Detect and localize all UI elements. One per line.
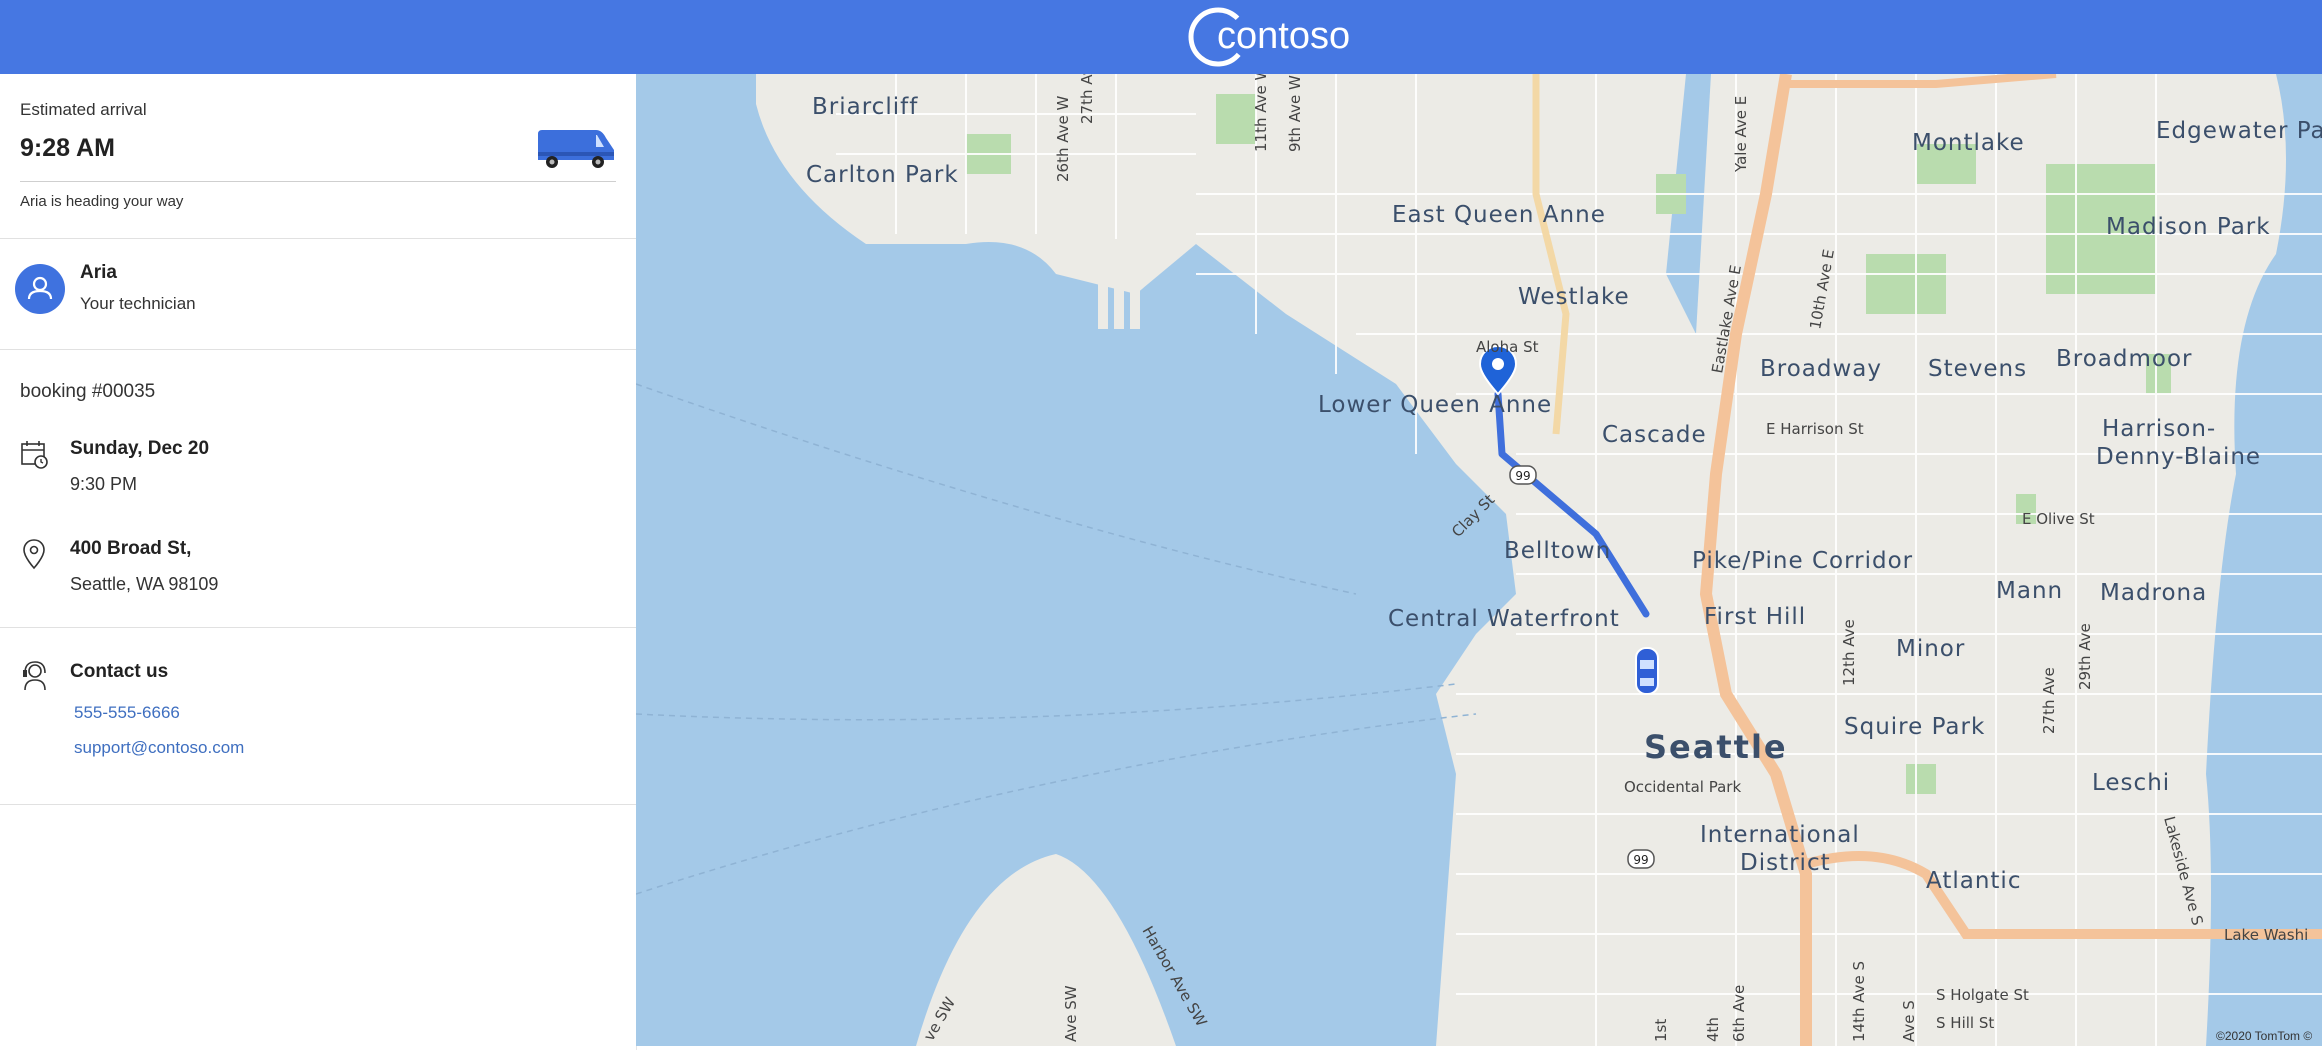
street-label: 6th Ave [1730, 985, 1748, 1042]
svg-text:99: 99 [1515, 469, 1530, 483]
contoso-logo: contoso [1188, 7, 1350, 67]
avatar [15, 264, 65, 314]
car-icon[interactable] [1635, 647, 1659, 695]
map-label: Madison Park [2106, 214, 2271, 240]
map-label: Leschi [2092, 770, 2170, 796]
van-icon [538, 130, 614, 168]
street-label: 12th Ave [1840, 619, 1858, 686]
map-label: Lower Queen Anne [1318, 392, 1552, 418]
map-label: Cascade [1602, 422, 1707, 448]
arrival-status: Aria is heading your way [20, 193, 184, 210]
street-label: 1st [1652, 1019, 1670, 1042]
headset-icon [23, 661, 46, 691]
contact-phone-link[interactable]: 555-555-6666 [74, 703, 180, 723]
map-copyright: ©2020 TomTom © [2216, 1029, 2312, 1043]
street-label: E Harrison St [1766, 420, 1864, 438]
map-pin-icon [23, 539, 45, 570]
section-divider [0, 804, 636, 805]
street-label: E Olive St [2022, 510, 2095, 528]
technician-role: Your technician [80, 294, 196, 313]
contact-email-link[interactable]: support@contoso.com [74, 738, 244, 758]
street-label: Yale Ave E [1732, 96, 1750, 173]
svg-text:99: 99 [1633, 853, 1648, 867]
section-divider [0, 238, 636, 239]
street-label: 14th Ave S [1850, 961, 1868, 1042]
contact-heading: Contact us [70, 661, 169, 682]
map-view[interactable]: 99 99 Briarcliff Carlton Park East Queen… [636, 74, 2322, 1046]
app-header: contoso [0, 0, 2322, 74]
map-canvas[interactable]: 99 99 Briarcliff Carlton Park East Queen… [636, 74, 2322, 1046]
street-label: 26th Ave W [1054, 96, 1072, 182]
map-label: Pike/Pine Corridor [1692, 548, 1913, 574]
map-label: District [1740, 850, 1831, 876]
route-shield: 99 [1509, 465, 1537, 485]
arrival-heading: Estimated arrival [20, 100, 147, 119]
map-label: Edgewater Pa [2156, 118, 2322, 144]
person-icon [27, 276, 53, 300]
technician-name: Aria [80, 262, 117, 283]
calendar-clock-icon [21, 441, 48, 469]
street-label: Aloha St [1476, 338, 1539, 356]
street-label: S Hill St [1936, 1014, 1994, 1032]
map-label: Carlton Park [806, 162, 959, 188]
booking-date: Sunday, Dec 20 [70, 438, 210, 459]
booking-number: booking #00035 [20, 381, 156, 402]
map-label: Atlantic [1926, 868, 2021, 894]
street-label: Clay St [1448, 491, 1498, 541]
map-label: Belltown [1504, 538, 1611, 564]
map-label: Squire Park [1844, 714, 1985, 740]
street-label: 11th Ave W [1252, 74, 1270, 152]
street-label: Ave S [1900, 1000, 1918, 1042]
address-line2: Seattle, WA 98109 [70, 574, 219, 594]
booking-time: 9:30 PM [70, 474, 138, 494]
city-label: Seattle [1644, 728, 1788, 766]
street-label: 9th Ave W [1286, 75, 1304, 152]
street-label: 4th [1704, 1017, 1722, 1042]
map-label: Briarcliff [812, 94, 918, 120]
map-label: Harrison- [2102, 416, 2216, 442]
map-label: Montlake [1912, 130, 2025, 156]
street-label: S Holgate St [1936, 986, 2029, 1004]
address-line1: 400 Broad St, [70, 538, 192, 559]
section-divider [0, 627, 636, 628]
map-label: International [1700, 822, 1860, 848]
street-label: 27th Ave W [1078, 74, 1096, 124]
map-label: Stevens [1928, 356, 2027, 382]
map-label: Broadmoor [2056, 346, 2193, 372]
street-label: 27th Ave [2040, 667, 2058, 734]
street-label: Ave SW [1062, 985, 1080, 1042]
arrival-divider [20, 181, 616, 182]
street-label: Occidental Park [1624, 778, 1741, 796]
map-label: Denny-Blaine [2096, 444, 2261, 470]
svg-text:contoso: contoso [1217, 15, 1350, 57]
map-label: Central Waterfront [1388, 606, 1620, 632]
section-divider [0, 349, 636, 350]
map-label: First Hill [1704, 604, 1806, 630]
map-label: Mann [1996, 578, 2063, 604]
tracking-sidebar: Estimated arrival 9:28 AM Aria is headin… [0, 74, 637, 1050]
route-shield: 99 [1627, 849, 1655, 869]
street-label: 29th Ave [2076, 623, 2094, 690]
street-label: Lake Washi [2224, 926, 2308, 944]
map-label: Westlake [1518, 284, 1630, 310]
arrival-time: 9:28 AM [20, 134, 115, 162]
map-label: Broadway [1760, 356, 1882, 382]
map-label: Madrona [2100, 580, 2207, 606]
map-label: East Queen Anne [1392, 202, 1606, 228]
map-label: Minor [1896, 636, 1965, 662]
